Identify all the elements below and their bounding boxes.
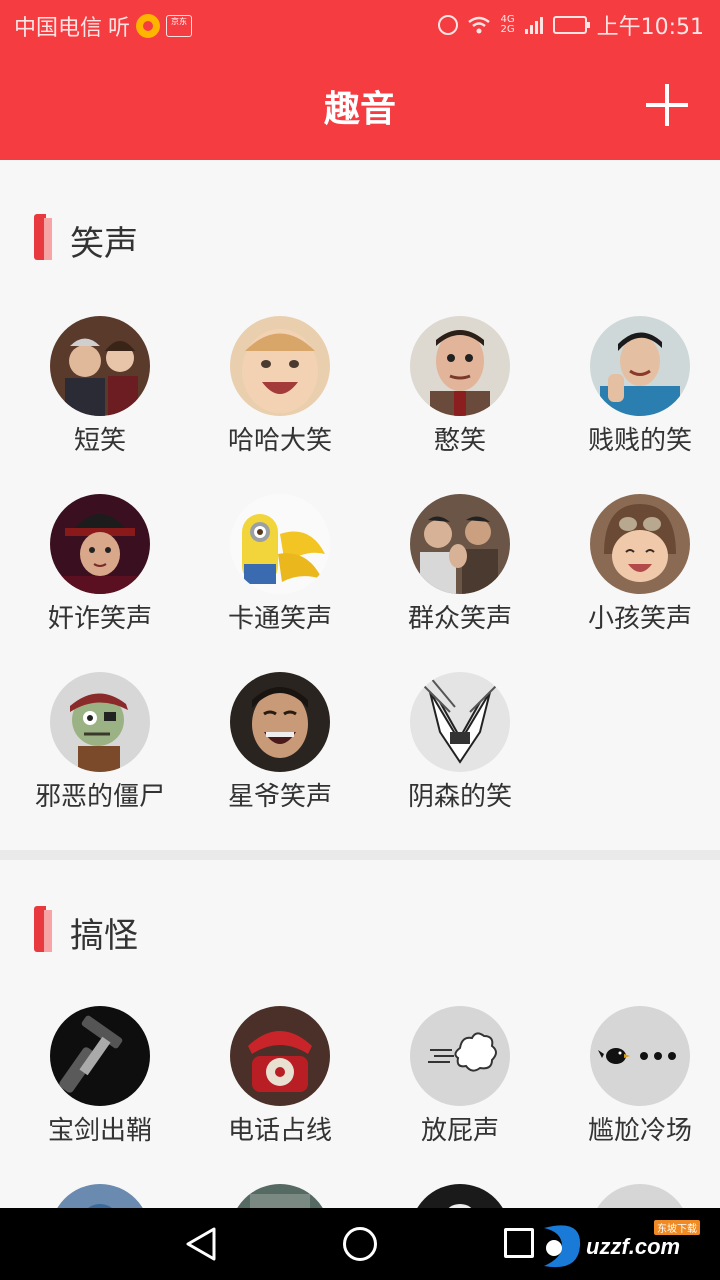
sound-label: 卡通笑声 <box>227 604 332 634</box>
crow-ellipsis-icon <box>590 1006 690 1106</box>
partial-dark-icon <box>410 1184 510 1208</box>
signal-icon <box>524 16 543 34</box>
emperor-child-photo <box>50 494 150 594</box>
watermark-logo-icon <box>544 1225 581 1268</box>
red-rotary-phone-photo <box>230 1006 330 1106</box>
pirate-zombie-cartoon <box>50 672 150 772</box>
section-divider <box>0 850 720 860</box>
home-circle-icon[interactable] <box>343 1227 377 1261</box>
plus-icon[interactable] <box>644 82 690 128</box>
watermark-small-label: 东坡下载 <box>654 1220 700 1235</box>
sound-item[interactable]: 奸诈笑声 <box>10 494 190 644</box>
section-title: 搞怪 <box>70 916 138 956</box>
young-man-photo <box>590 316 690 416</box>
status-time: 上午10:51 <box>596 15 704 40</box>
mr-bean-photo <box>410 316 510 416</box>
partial-photo <box>230 1184 330 1208</box>
ting-label: 听 <box>108 16 131 41</box>
sound-item[interactable]: 小孩笑声 <box>550 494 720 644</box>
section-title: 笑声 <box>70 224 138 264</box>
recent-square-icon[interactable] <box>504 1228 534 1258</box>
sound-item[interactable] <box>190 1184 370 1208</box>
sound-item[interactable]: 电话占线 <box>190 1006 370 1156</box>
sound-label: 阴森的笑 <box>407 782 512 812</box>
sound-label: 哈哈大笑 <box>227 426 332 456</box>
sound-item[interactable]: 贱贱的笑 <box>550 316 720 466</box>
weibo-icon <box>136 14 161 38</box>
sound-label: 放屁声 <box>420 1116 499 1146</box>
crowd-clapping-photo <box>410 494 510 594</box>
baby-aviator-hat-photo <box>590 494 690 594</box>
sound-item[interactable] <box>370 1184 550 1208</box>
jd-notification-icon: 京东 <box>166 15 193 37</box>
sound-label: 宝剑出鞘 <box>47 1116 152 1146</box>
sound-item[interactable] <box>10 1184 190 1208</box>
sound-item[interactable]: 短笑 <box>10 316 190 466</box>
sound-item[interactable]: 宝剑出鞘 <box>10 1006 190 1156</box>
sound-label: 尴尬冷场 <box>587 1116 692 1146</box>
sound-item[interactable]: 星爷笑声 <box>190 672 370 822</box>
status-right: 4G 2G 上午10:51 <box>438 9 704 41</box>
section-funny: 搞怪 宝剑出鞘 电话占线 放屁声 尴尬冷场 <box>0 860 720 1208</box>
sound-item[interactable]: 憨笑 <box>370 316 550 466</box>
sound-label: 星爷笑声 <box>227 782 332 812</box>
wifi-icon <box>468 16 491 34</box>
sound-item[interactable]: 阴森的笑 <box>370 672 550 822</box>
laughing-baby-photo <box>230 316 330 416</box>
partial-gray-icon <box>590 1184 690 1208</box>
sound-item[interactable]: 尴尬冷场 <box>550 1006 720 1156</box>
system-nav-bar: 东坡下载 uzzf.com <box>0 1208 720 1280</box>
sword-hilt-photo <box>50 1006 150 1106</box>
sound-item[interactable]: 卡通笑声 <box>190 494 370 644</box>
partial-photo <box>50 1184 150 1208</box>
couple-laughing-photo <box>50 316 150 416</box>
sound-label: 贱贱的笑 <box>587 426 692 456</box>
stephen-chow-laughing-photo <box>230 672 330 772</box>
section-accent-bar <box>34 214 52 260</box>
network-type: 4G 2G <box>500 15 514 35</box>
fart-cloud-icon <box>410 1006 510 1106</box>
sound-item[interactable]: 邪恶的僵尸 <box>10 672 190 822</box>
alarm-icon <box>438 15 459 35</box>
page-title: 趣音 <box>323 89 396 130</box>
watermark-text: uzzf.com <box>586 1234 681 1259</box>
sound-label: 邪恶的僵尸 <box>34 782 165 812</box>
sound-item[interactable]: 放屁声 <box>370 1006 550 1156</box>
sound-label: 奸诈笑声 <box>47 604 152 634</box>
sound-label: 短笑 <box>73 426 126 456</box>
watermark-logo: 东坡下载 uzzf.com <box>534 1216 720 1276</box>
status-bar: 中国电信 听 京东 4G 2G 上午10:51 <box>0 0 720 50</box>
back-triangle-icon[interactable] <box>184 1226 218 1262</box>
sound-item[interactable] <box>550 1184 720 1208</box>
sound-item[interactable]: 群众笑声 <box>370 494 550 644</box>
network-2g: 2G <box>500 24 515 35</box>
carrier-label: 中国电信 <box>14 16 103 41</box>
sound-label: 群众笑声 <box>407 604 512 634</box>
status-left: 中国电信 听 京东 <box>14 10 193 42</box>
sound-label: 憨笑 <box>433 426 486 456</box>
sound-label: 电话占线 <box>227 1116 332 1146</box>
battery-icon <box>552 16 590 34</box>
section-laughter: 笑声 短笑 哈哈大笑 憨笑 贱贱的笑 奸诈笑声 卡通笑声 群众笑声 小孩笑声 邪… <box>0 166 720 850</box>
section-accent-bar <box>34 906 52 952</box>
sound-item[interactable]: 哈哈大笑 <box>190 316 370 466</box>
app-bar: 趣音 <box>0 50 720 160</box>
sound-label: 小孩笑声 <box>587 604 692 634</box>
manga-character-drawing <box>410 672 510 772</box>
minion-bananas-photo <box>230 494 330 594</box>
